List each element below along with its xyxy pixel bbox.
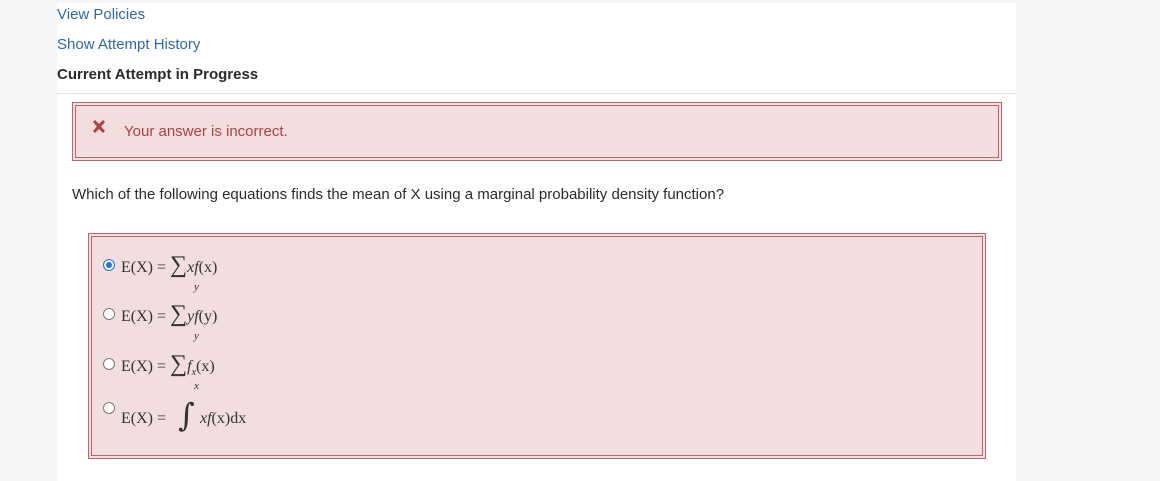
option-1-radio[interactable] (103, 259, 115, 271)
option-2-radio[interactable] (103, 308, 115, 320)
option-4-lhs[interactable]: E(X) = (121, 410, 166, 428)
sum-symbol: ∑ (170, 301, 188, 327)
option-3-lhs: E(X) = (121, 358, 167, 375)
feedback-message: Your answer is incorrect. (124, 123, 288, 140)
option-4-radio[interactable] (103, 402, 115, 414)
option-2-lhs: E(X) = (121, 308, 167, 325)
question-text: Which of the following equations finds t… (72, 186, 725, 203)
view-policies-link[interactable]: View Policies (57, 6, 145, 23)
option-1-equation[interactable]: E(X) = ∑xf(x) (121, 252, 217, 279)
option-2-body: yf (187, 308, 199, 325)
attempt-status-heading: Current Attempt in Progress (57, 66, 259, 83)
divider (57, 93, 1016, 94)
option-4-func: xf (200, 410, 212, 427)
option-4-body[interactable]: xf(x)dx (200, 410, 246, 428)
option-3-equation[interactable]: E(X) = ∑fx(x) (121, 351, 215, 378)
option-1-arg: (x) (198, 259, 218, 276)
integral-symbol: ∫ (178, 396, 195, 434)
option-4-arg: (x)dx (211, 410, 247, 427)
sum-symbol: ∑ (170, 351, 188, 377)
option-2-arg: (y) (198, 308, 218, 325)
option-1-lhs: E(X) = (121, 259, 167, 276)
option-3-arg: (x) (196, 358, 215, 375)
option-1-body: xf (187, 259, 199, 276)
option-1-index: y (194, 281, 199, 293)
option-3-radio[interactable] (103, 358, 115, 370)
show-attempt-history-link[interactable]: Show Attempt History (57, 36, 200, 53)
x-icon (93, 120, 105, 133)
option-3-index: x (194, 380, 199, 392)
option-2-index: y (194, 330, 199, 342)
option-2-equation[interactable]: E(X) = ∑yf(y) (121, 301, 217, 328)
sum-symbol: ∑ (170, 252, 188, 278)
